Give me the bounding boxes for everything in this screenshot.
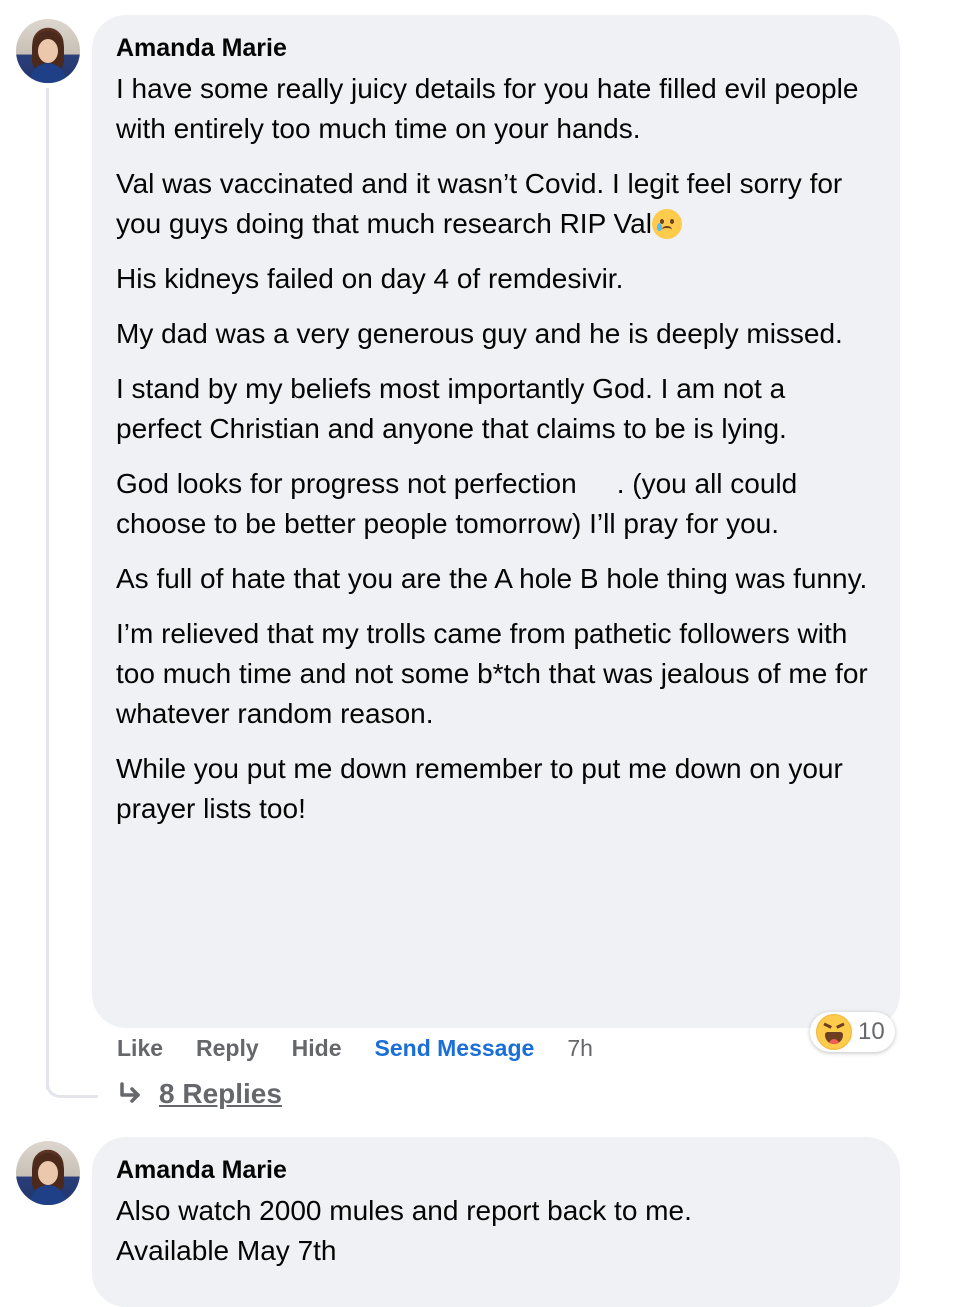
comment-bubble: Amanda Marie I have some really juicy de… (92, 15, 900, 1028)
hide-button[interactable]: Hide (292, 1035, 342, 1062)
reply-button[interactable]: Reply (196, 1035, 259, 1062)
avatar-face (38, 1161, 58, 1185)
comment-author[interactable]: Amanda Marie (116, 1155, 874, 1185)
reply-arrow-icon (120, 1082, 140, 1103)
comment-paragraph: His kidneys failed on day 4 of remdesivi… (116, 263, 624, 294)
send-message-button[interactable]: Send Message (375, 1035, 535, 1062)
comment-paragraph: I stand by my beliefs most importantly G… (116, 373, 787, 444)
comment-timestamp[interactable]: 7h (567, 1035, 593, 1062)
comment-paragraph: While you put me down remember to put me… (116, 753, 843, 824)
comment-paragraph-text: God looks for progress not perfection (116, 468, 577, 499)
comment-paragraph: My dad was a very generous guy and he is… (116, 318, 843, 349)
avatar[interactable] (16, 1141, 80, 1205)
thread-connector-line (46, 88, 49, 1090)
comment-paragraph: I’m relieved that my trolls came from pa… (116, 618, 868, 729)
view-replies-link[interactable]: 8 Replies (117, 1078, 282, 1110)
haha-emoji-icon (816, 1014, 852, 1050)
comment-paragraph-text: Val was vaccinated and it wasn’t Covid. … (116, 168, 843, 239)
comment-bubble: Amanda Marie Also watch 2000 mules and r… (92, 1137, 900, 1307)
comment-paragraph: I have some really juicy details for you… (116, 73, 859, 144)
comment-paragraph: Val was vaccinated and it wasn’t Covid. … (116, 164, 874, 244)
like-button[interactable]: Like (117, 1035, 163, 1062)
sad-tear-emoji-icon (651, 209, 682, 239)
comment-author[interactable]: Amanda Marie (116, 33, 874, 63)
reaction-summary[interactable]: 10 (810, 1012, 895, 1052)
avatar-face (38, 39, 58, 63)
avatar[interactable] (16, 19, 80, 83)
comment-paragraph: As full of hate that you are the A hole … (116, 563, 868, 594)
thread-connector-curve (46, 1078, 98, 1098)
comment-actions: Like Reply Hide Send Message 7h (117, 1030, 593, 1066)
replies-count-label: 8 Replies (159, 1078, 282, 1109)
comment-paragraph: God looks for progress not perfection. (… (116, 464, 874, 544)
comment-paragraph: Also watch 2000 mules and report back to… (116, 1195, 692, 1266)
reaction-count: 10 (858, 1018, 885, 1045)
